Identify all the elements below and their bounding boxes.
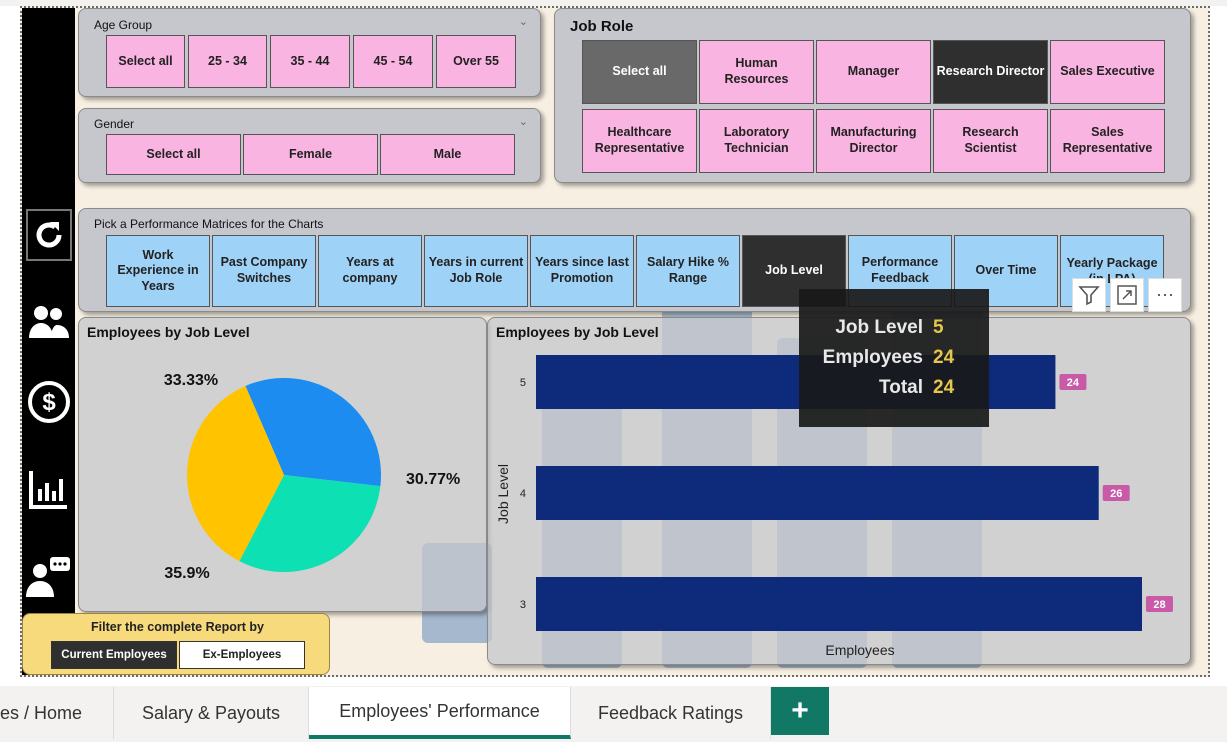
dollar-icon: $ bbox=[28, 381, 70, 423]
tab-home[interactable]: es / Home bbox=[0, 687, 114, 739]
job-role-research-scientist[interactable]: Research Scientist bbox=[933, 109, 1048, 173]
metric-salary-hike[interactable]: Salary Hike % Range bbox=[636, 235, 740, 307]
pie-chart: 33.33% 30.77% 35.9% bbox=[164, 372, 460, 582]
bar-data-label: 26 bbox=[1110, 488, 1122, 500]
tab-employees-performance[interactable]: Employees' Performance bbox=[309, 687, 571, 739]
chevron-down-icon[interactable]: ⌄ bbox=[519, 15, 528, 28]
metric-years-in-role[interactable]: Years in current Job Role bbox=[424, 235, 528, 307]
tooltip-value: 24 bbox=[933, 347, 955, 368]
metric-work-experience[interactable]: Work Experience in Years bbox=[106, 235, 210, 307]
tab-feedback-ratings[interactable]: Feedback Ratings bbox=[571, 687, 771, 739]
tooltip-value: 24 bbox=[933, 377, 955, 398]
age-option-35-44[interactable]: 35 - 44 bbox=[270, 35, 350, 88]
bar[interactable] bbox=[536, 466, 1099, 520]
chart-tooltip: Job Level 5 Employees 24 Total 24 bbox=[799, 289, 989, 427]
tooltip-label: Total bbox=[879, 377, 923, 398]
tab-salary-payouts[interactable]: Salary & Payouts bbox=[114, 687, 309, 739]
job-role-slicer: Job Role Select all Human Resources Mana… bbox=[554, 8, 1191, 183]
refresh-icon bbox=[36, 222, 62, 248]
metric-picker: Pick a Performance Matrices for the Char… bbox=[78, 208, 1191, 312]
y-tick-label: 5 bbox=[520, 377, 526, 389]
ex-employees-button[interactable]: Ex-Employees bbox=[179, 641, 305, 669]
nav-people-button[interactable] bbox=[26, 296, 72, 348]
report-canvas: $ Age Group ⌄ Select all 25 - 34 35 - 44… bbox=[20, 6, 1210, 677]
pie-data-label: 30.77% bbox=[406, 471, 460, 488]
y-tick-label: 3 bbox=[520, 599, 526, 611]
gender-option-female[interactable]: Female bbox=[243, 134, 378, 175]
job-role-laboratory-technician[interactable]: Laboratory Technician bbox=[699, 109, 814, 173]
job-role-manufacturing-director[interactable]: Manufacturing Director bbox=[816, 109, 931, 173]
tooltip-label: Job Level bbox=[835, 317, 923, 338]
metric-picker-title: Pick a Performance Matrices for the Char… bbox=[94, 217, 324, 231]
age-option-45-54[interactable]: 45 - 54 bbox=[353, 35, 433, 88]
bar-chart-xlabel: Employees bbox=[825, 642, 894, 658]
age-group-slicer: Age Group ⌄ Select all 25 - 34 35 - 44 4… bbox=[78, 8, 541, 97]
svg-text:$: $ bbox=[42, 389, 56, 416]
focus-mode-icon[interactable] bbox=[1110, 278, 1144, 312]
nav-rail: $ bbox=[22, 8, 75, 675]
people-icon bbox=[29, 306, 69, 338]
page-tab-bar: es / Home Salary & Payouts Employees' Pe… bbox=[0, 686, 1227, 742]
filter-icon[interactable] bbox=[1072, 278, 1106, 312]
feedback-icon bbox=[26, 557, 70, 597]
gender-option-male[interactable]: Male bbox=[380, 134, 515, 175]
tooltip-label: Employees bbox=[822, 347, 923, 368]
job-role-research-director[interactable]: Research Director bbox=[933, 40, 1048, 104]
job-role-select-all[interactable]: Select all bbox=[582, 40, 697, 104]
job-role-title: Job Role bbox=[570, 18, 634, 35]
y-tick-label: 4 bbox=[520, 488, 526, 500]
job-role-human-resources[interactable]: Human Resources bbox=[699, 40, 814, 104]
pie-chart-panel: Employees by Job Level 33.33% 30.77% 35.9% bbox=[78, 317, 487, 612]
age-group-title: Age Group bbox=[94, 18, 153, 32]
metric-years-since-promotion[interactable]: Years since last Promotion bbox=[530, 235, 634, 307]
job-role-manager[interactable]: Manager bbox=[816, 40, 931, 104]
tooltip-row-employees: Employees 24 bbox=[823, 347, 963, 369]
nav-performance-button[interactable] bbox=[26, 463, 72, 515]
metric-years-at-company[interactable]: Years at company bbox=[318, 235, 422, 307]
refresh-button[interactable] bbox=[26, 209, 72, 261]
age-option-25-34[interactable]: 25 - 34 bbox=[188, 35, 267, 88]
bar-chart-ylabel: Job Level bbox=[495, 464, 511, 524]
bar-chart-icon bbox=[29, 471, 67, 509]
age-option-select-all[interactable]: Select all bbox=[106, 35, 185, 88]
pie-data-label: 33.33% bbox=[164, 372, 218, 389]
metric-past-company-switches[interactable]: Past Company Switches bbox=[212, 235, 316, 307]
current-employees-button[interactable]: Current Employees bbox=[51, 641, 177, 669]
more-options-icon[interactable]: ⋯ bbox=[1148, 278, 1182, 312]
nav-feedback-button[interactable] bbox=[26, 551, 72, 603]
gender-option-select-all[interactable]: Select all bbox=[106, 134, 241, 175]
tooltip-row-job-level: Job Level 5 bbox=[835, 317, 963, 339]
bar[interactable] bbox=[536, 577, 1142, 631]
age-option-over-55[interactable]: Over 55 bbox=[436, 35, 516, 88]
bar-data-label: 24 bbox=[1067, 377, 1080, 389]
report-filter: Filter the complete Report by Current Em… bbox=[22, 613, 330, 675]
report-filter-label: Filter the complete Report by bbox=[91, 620, 264, 634]
job-role-healthcare-representative[interactable]: Healthcare Representative bbox=[582, 109, 697, 173]
gender-slicer: Gender ⌄ Select all Female Male bbox=[78, 108, 541, 183]
nav-salary-button[interactable]: $ bbox=[26, 376, 72, 428]
job-role-sales-representative[interactable]: Sales Representative bbox=[1050, 109, 1165, 173]
add-page-button[interactable]: + bbox=[771, 687, 829, 735]
chevron-down-icon[interactable]: ⌄ bbox=[519, 115, 528, 128]
pie-data-label: 35.9% bbox=[164, 565, 209, 582]
visual-header-icons: ⋯ bbox=[1072, 278, 1182, 314]
bar-data-label: 28 bbox=[1153, 599, 1165, 611]
job-role-sales-executive[interactable]: Sales Executive bbox=[1050, 40, 1165, 104]
gender-title: Gender bbox=[94, 117, 135, 131]
tooltip-row-total: Total 24 bbox=[879, 377, 963, 399]
tooltip-value: 5 bbox=[933, 317, 944, 338]
